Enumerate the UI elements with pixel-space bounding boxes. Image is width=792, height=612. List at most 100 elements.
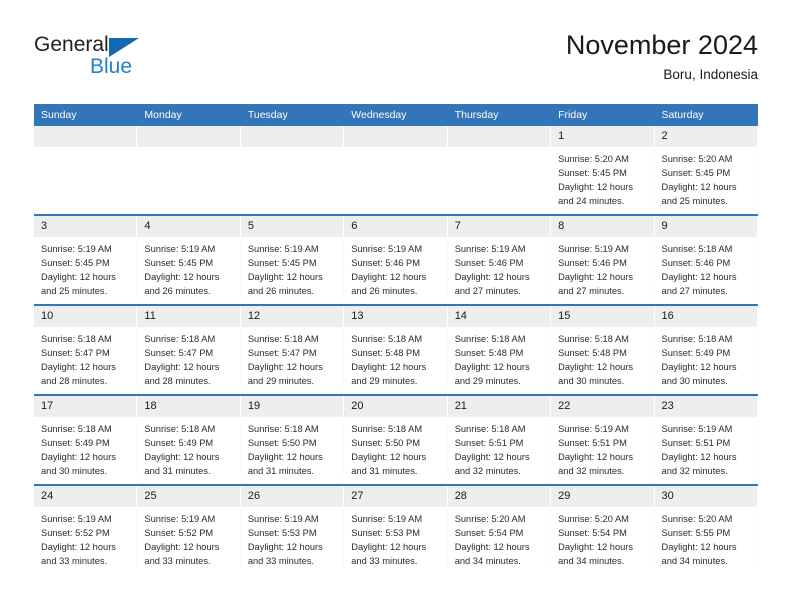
calendar-day-cell[interactable]: 30 Sunrise: 5:20 AM Sunset: 5:55 PM Dayligh…	[654, 484, 758, 574]
day-number: 13	[344, 306, 448, 327]
calendar-day-cell[interactable]: 18 Sunrise: 5:18 AM Sunset: 5:49 PM Dayligh…	[137, 394, 241, 485]
day-number	[137, 126, 241, 147]
day-details: Sunrise: 5:20 AM Sunset: 5:45 PM Daylight:…	[551, 147, 655, 209]
calendar-day-cell[interactable]: 21 Sunrise: 5:18 AM Sunset: 5:51 PM Dayligh…	[447, 394, 552, 485]
calendar-day-cell[interactable]: 14 Sunrise: 5:18 AM Sunset: 5:48 PM Dayligh…	[447, 304, 552, 395]
calendar-day-cell[interactable]: 9 Sunrise: 5:18 AM Sunset: 5:46 PM Daylight…	[654, 214, 758, 305]
calendar-day-cell[interactable]: 11 Sunrise: 5:18 AM Sunset: 5:47 PM Dayligh…	[137, 304, 241, 395]
daylight-text: Daylight: 12 hours and 26 minutes.	[247, 272, 323, 297]
calendar-day-cell[interactable]: 29 Sunrise: 5:20 AM Sunset: 5:54 PM Dayligh…	[551, 484, 655, 574]
calendar-day-cell[interactable]: 15 Sunrise: 5:18 AM Sunset: 5:48 PM Dayligh…	[551, 304, 655, 395]
calendar-day-cell[interactable]: 23 Sunrise: 5:19 AM Sunset: 5:51 PM Dayligh…	[654, 394, 758, 485]
weekday-header-thursday: Thursday	[447, 104, 552, 126]
calendar-day-cell[interactable]: 5 Sunrise: 5:19 AM Sunset: 5:45 PM Daylight…	[240, 214, 345, 305]
daylight-text: Daylight: 12 hours and 30 minutes.	[41, 452, 116, 477]
calendar-day-cell[interactable]: 13 Sunrise: 5:18 AM Sunset: 5:48 PM Dayligh…	[344, 304, 448, 395]
sunrise-text: Sunrise: 5:18 AM	[351, 424, 423, 434]
calendar-day-cell[interactable]: 6 Sunrise: 5:19 AM Sunset: 5:46 PM Daylight…	[344, 214, 448, 305]
sunrise-text: Sunrise: 5:18 AM	[454, 334, 526, 344]
sunrise-text: Sunrise: 5:20 AM	[661, 514, 733, 524]
calendar-day-cell[interactable]: 4 Sunrise: 5:19 AM Sunset: 5:45 PM Daylight…	[137, 214, 241, 305]
sunset-text: Sunset: 5:52 PM	[144, 528, 214, 539]
calendar-day-cell-empty	[240, 126, 345, 215]
calendar-day-cell[interactable]: 22 Sunrise: 5:19 AM Sunset: 5:51 PM Dayligh…	[551, 394, 655, 485]
sunrise-text: Sunrise: 5:19 AM	[247, 514, 319, 524]
sunset-text: Sunset: 5:47 PM	[41, 348, 110, 359]
day-number: 1	[551, 126, 655, 147]
day-number: 9	[654, 216, 758, 237]
day-number: 11	[137, 306, 241, 327]
sunset-text: Sunset: 5:50 PM	[247, 438, 317, 449]
calendar-day-cell[interactable]: 2 Sunrise: 5:20 AM Sunset: 5:45 PM Daylight…	[654, 126, 758, 215]
sunset-text: Sunset: 5:54 PM	[558, 528, 627, 539]
calendar-day-cell-empty	[137, 126, 241, 215]
sunrise-text: Sunrise: 5:18 AM	[558, 334, 629, 344]
day-number	[34, 126, 138, 147]
day-number	[344, 126, 448, 147]
sunset-text: Sunset: 5:46 PM	[351, 258, 420, 269]
day-number: 10	[34, 306, 138, 327]
daylight-text: Daylight: 12 hours and 30 minutes.	[558, 362, 634, 387]
day-details: Sunrise: 5:19 AM Sunset: 5:51 PM Daylight:…	[551, 417, 655, 479]
day-details: Sunrise: 5:20 AM Sunset: 5:55 PM Daylight:…	[655, 507, 758, 569]
calendar-day-cell[interactable]: 27 Sunrise: 5:19 AM Sunset: 5:53 PM Dayligh…	[344, 484, 448, 574]
daylight-text: Daylight: 12 hours and 33 minutes.	[351, 542, 427, 567]
calendar-day-cell[interactable]: 17 Sunrise: 5:18 AM Sunset: 5:49 PM Dayligh…	[34, 394, 138, 485]
sunset-text: Sunset: 5:45 PM	[144, 258, 214, 269]
daylight-text: Daylight: 12 hours and 25 minutes.	[41, 272, 116, 297]
daylight-text: Daylight: 12 hours and 25 minutes.	[661, 182, 737, 207]
calendar-day-cell[interactable]: 28 Sunrise: 5:20 AM Sunset: 5:54 PM Dayligh…	[447, 484, 552, 574]
sunrise-text: Sunrise: 5:18 AM	[144, 424, 216, 434]
page-title: November 2024	[565, 30, 758, 60]
calendar-day-cell[interactable]: 16 Sunrise: 5:18 AM Sunset: 5:49 PM Dayligh…	[654, 304, 758, 395]
sunrise-text: Sunrise: 5:18 AM	[144, 334, 216, 344]
logo-text-general: General	[34, 33, 109, 56]
sunset-text: Sunset: 5:55 PM	[661, 528, 731, 539]
day-number: 22	[551, 396, 655, 417]
day-number: 7	[447, 216, 552, 237]
day-details: Sunrise: 5:18 AM Sunset: 5:50 PM Daylight:…	[241, 417, 345, 479]
calendar-day-cell[interactable]: 19 Sunrise: 5:18 AM Sunset: 5:50 PM Dayligh…	[240, 394, 345, 485]
sunset-text: Sunset: 5:45 PM	[247, 258, 317, 269]
day-details: Sunrise: 5:18 AM Sunset: 5:49 PM Daylight:…	[655, 327, 758, 389]
calendar-day-cell[interactable]: 3 Sunrise: 5:19 AM Sunset: 5:45 PM Daylight…	[34, 214, 138, 305]
calendar-week-row: 10 Sunrise: 5:18 AM Sunset: 5:47 PM Dayligh…	[34, 304, 758, 395]
daylight-text: Daylight: 12 hours and 33 minutes.	[144, 542, 220, 567]
day-number: 27	[344, 486, 448, 507]
calendar-day-cell[interactable]: 7 Sunrise: 5:19 AM Sunset: 5:46 PM Daylight…	[447, 214, 552, 305]
day-details: Sunrise: 5:18 AM Sunset: 5:47 PM Daylight:…	[241, 327, 345, 389]
day-number: 17	[34, 396, 138, 417]
sunset-text: Sunset: 5:53 PM	[247, 528, 317, 539]
calendar-day-cell[interactable]: 24 Sunrise: 5:19 AM Sunset: 5:52 PM Dayligh…	[34, 484, 138, 574]
sunrise-text: Sunrise: 5:18 AM	[41, 334, 112, 344]
daylight-text: Daylight: 12 hours and 32 minutes.	[454, 452, 530, 477]
day-details: Sunrise: 5:20 AM Sunset: 5:54 PM Daylight:…	[551, 507, 655, 569]
calendar-day-cell[interactable]: 10 Sunrise: 5:18 AM Sunset: 5:47 PM Dayligh…	[34, 304, 138, 395]
calendar-day-cell[interactable]: 20 Sunrise: 5:18 AM Sunset: 5:50 PM Dayligh…	[344, 394, 448, 485]
sunset-text: Sunset: 5:49 PM	[144, 438, 214, 449]
day-number: 23	[654, 396, 758, 417]
day-details: Sunrise: 5:18 AM Sunset: 5:49 PM Daylight:…	[137, 417, 241, 479]
sunrise-text: Sunrise: 5:19 AM	[41, 514, 112, 524]
day-details: Sunrise: 5:18 AM Sunset: 5:48 PM Daylight:…	[344, 327, 448, 389]
weekday-header-monday: Monday	[137, 104, 241, 126]
sunrise-text: Sunrise: 5:19 AM	[41, 244, 112, 254]
daylight-text: Daylight: 12 hours and 28 minutes.	[41, 362, 116, 387]
calendar-day-cell[interactable]: 25 Sunrise: 5:19 AM Sunset: 5:52 PM Dayligh…	[137, 484, 241, 574]
day-number: 5	[240, 216, 345, 237]
calendar-day-cell[interactable]: 1 Sunrise: 5:20 AM Sunset: 5:45 PM Daylight…	[551, 126, 655, 215]
calendar-day-cell[interactable]: 8 Sunrise: 5:19 AM Sunset: 5:46 PM Daylight…	[551, 214, 655, 305]
calendar-day-cell[interactable]: 26 Sunrise: 5:19 AM Sunset: 5:53 PM Dayligh…	[240, 484, 345, 574]
daylight-text: Daylight: 12 hours and 27 minutes.	[661, 272, 737, 297]
sunrise-text: Sunrise: 5:18 AM	[41, 424, 112, 434]
sunset-text: Sunset: 5:48 PM	[351, 348, 420, 359]
sunset-text: Sunset: 5:47 PM	[247, 348, 317, 359]
day-details: Sunrise: 5:19 AM Sunset: 5:45 PM Daylight:…	[137, 237, 241, 299]
sunrise-text: Sunrise: 5:19 AM	[661, 424, 733, 434]
day-number: 20	[344, 396, 448, 417]
calendar-day-cell[interactable]: 12 Sunrise: 5:18 AM Sunset: 5:47 PM Dayligh…	[240, 304, 345, 395]
day-details: Sunrise: 5:19 AM Sunset: 5:46 PM Daylight:…	[448, 237, 552, 299]
general-blue-logo[interactable]: General Blue	[34, 34, 164, 86]
daylight-text: Daylight: 12 hours and 34 minutes.	[454, 542, 530, 567]
sunrise-text: Sunrise: 5:19 AM	[558, 244, 629, 254]
